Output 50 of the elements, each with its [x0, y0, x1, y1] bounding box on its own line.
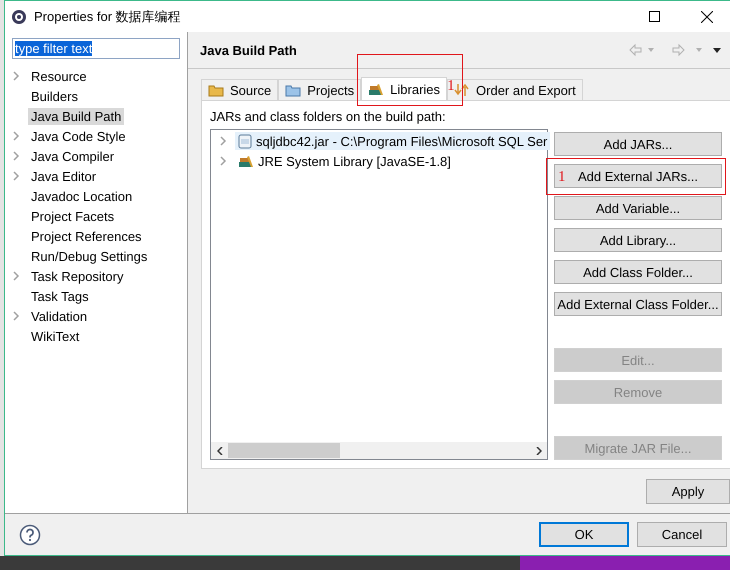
ok-button[interactable]: OK	[539, 522, 629, 547]
sidebar-item[interactable]: Validation	[28, 308, 90, 324]
arrows-icon	[454, 83, 470, 97]
sidebar-item[interactable]: Run/Debug Settings	[28, 248, 150, 264]
sidebar-item[interactable]: Task Repository	[28, 268, 126, 284]
help-icon[interactable]	[19, 524, 41, 546]
jar-icon	[238, 133, 252, 149]
navigation-arrows-icon[interactable]	[628, 43, 724, 57]
annotation-number: 1	[447, 78, 455, 95]
filter-field[interactable]: type filter text	[12, 38, 180, 59]
action-button[interactable]: Add Library...	[554, 228, 722, 252]
action-button[interactable]: Add External Class Folder...	[554, 292, 722, 316]
sidebar-item[interactable]: Java Build Path	[28, 108, 124, 124]
scrollbar-thumb[interactable]	[228, 443, 340, 458]
app-icon	[11, 8, 27, 24]
chevron-right-icon	[536, 446, 542, 454]
sidebar-item[interactable]: Resource	[28, 68, 90, 84]
chevron-icon[interactable]	[12, 71, 20, 81]
maximize-icon	[648, 11, 660, 22]
sidebar-item[interactable]: Project References	[28, 228, 145, 244]
action-button[interactable]: Add Class Folder...	[554, 260, 722, 284]
chevron-icon[interactable]	[12, 271, 20, 281]
library-entry[interactable]: JRE System Library [JavaSE-1.8]	[235, 152, 454, 170]
tab[interactable]: Source	[201, 79, 278, 100]
page-title: Java Build Path	[200, 42, 298, 58]
sidebar-item[interactable]: Java Editor	[28, 168, 100, 184]
close-icon	[701, 10, 713, 22]
action-button[interactable]: Add JARs...	[554, 132, 722, 156]
chevron-icon[interactable]	[12, 311, 20, 321]
tab[interactable]: Projects	[278, 79, 362, 100]
list-caption: JARs and class folders on the build path:	[210, 109, 447, 124]
sidebar-item[interactable]: Project Facets	[28, 208, 118, 224]
sidebar-item[interactable]: WikiText	[28, 328, 82, 344]
annotation-number: 1	[558, 169, 566, 186]
sidebar-item[interactable]: Builders	[28, 88, 81, 104]
library-entry[interactable]: sqljdbc42.jar - C:\Program Files\Microsoft SQL Ser	[235, 132, 550, 150]
books-icon	[368, 82, 384, 96]
sidebar-item[interactable]: Javadoc Location	[28, 188, 136, 204]
tab[interactable]: Libraries	[361, 77, 448, 100]
folder-icon	[285, 83, 302, 97]
window-title: Properties for 数据库编程	[34, 8, 182, 26]
sidebar-item[interactable]: Java Code Style	[28, 128, 129, 144]
apply-button[interactable]: Apply	[646, 478, 730, 504]
action-button[interactable]: Add Variable...	[554, 196, 722, 220]
sidebar-item[interactable]: Java Compiler	[28, 148, 118, 164]
books-icon	[238, 154, 254, 168]
folder-icon	[208, 83, 224, 97]
sidebar-item[interactable]: Task Tags	[28, 288, 92, 304]
chevron-left-icon	[216, 446, 222, 454]
cancel-button[interactable]: Cancel	[637, 522, 727, 547]
